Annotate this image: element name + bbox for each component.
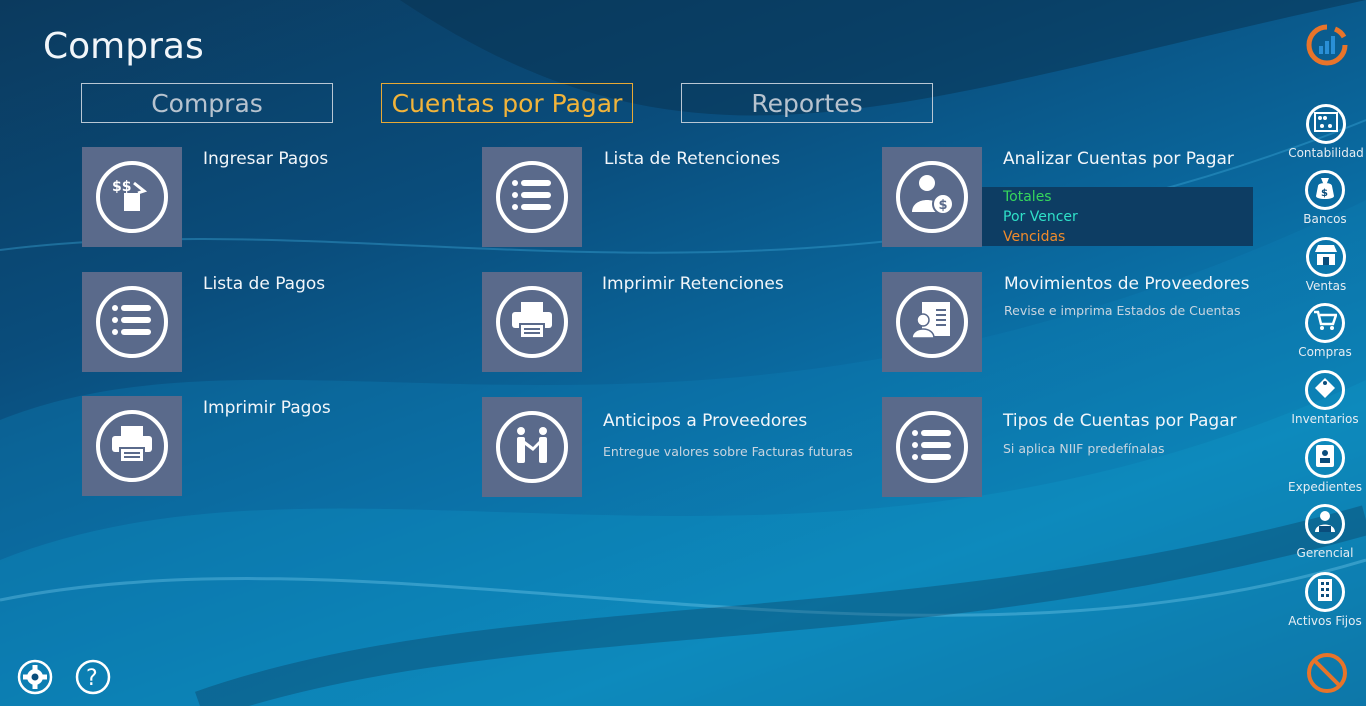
movimientos-de-proveedores-tile[interactable] <box>882 272 982 372</box>
analysis-options-panel: Totales Por Vencer Vencidas <box>982 187 1253 246</box>
anticipos-a-proveedores-tile[interactable] <box>482 397 582 497</box>
analizar-cuentas-tile[interactable]: $ <box>882 147 982 247</box>
sidebar-label-ventas: Ventas <box>1305 279 1347 293</box>
cancel-icon[interactable] <box>1306 652 1348 698</box>
movimientos-de-proveedores-link[interactable]: Movimientos de Proveedores <box>1004 274 1249 294</box>
sidebar-label-bancos: Bancos <box>1303 212 1347 226</box>
sidebar-item-compras[interactable]: Compras <box>1285 303 1365 359</box>
sidebar-item-contabilidad[interactable]: Contabilidad <box>1286 104 1366 160</box>
anticipos-subtitle: Entregue valores sobre Facturas futuras <box>603 444 853 459</box>
option-totales[interactable]: Totales <box>1003 189 1052 205</box>
tab-compras[interactable]: Compras <box>81 83 333 123</box>
printer-icon <box>510 300 554 344</box>
handshake-icon <box>510 423 554 471</box>
sidebar-label-inventarios: Inventarios <box>1291 412 1359 426</box>
manager-icon <box>1313 510 1337 538</box>
tipos-de-cuentas-tile[interactable] <box>882 397 982 497</box>
lista-de-retenciones-tile[interactable] <box>482 147 582 247</box>
id-card-icon <box>1315 444 1335 472</box>
settings-gear-icon[interactable] <box>16 658 54 700</box>
cart-icon <box>1313 310 1338 336</box>
svg-text:?: ? <box>86 666 98 691</box>
sidebar-item-ventas[interactable]: Ventas <box>1286 237 1366 293</box>
svg-text:$: $ <box>939 198 948 213</box>
ingresar-pagos-link[interactable]: Ingresar Pagos <box>203 149 328 169</box>
sidebar-item-activos-fijos[interactable]: Activos Fijos <box>1285 572 1365 628</box>
help-icon[interactable]: ? <box>74 658 112 700</box>
analizar-cuentas-link[interactable]: Analizar Cuentas por Pagar <box>1003 149 1234 169</box>
sidebar-label-expedientes: Expedientes <box>1288 480 1362 494</box>
list-icon <box>110 300 154 344</box>
tab-reportes[interactable]: Reportes <box>681 83 933 123</box>
imprimir-retenciones-tile[interactable] <box>482 272 582 372</box>
sidebar-item-inventarios[interactable]: Inventarios <box>1285 370 1365 426</box>
tab-cuentas-por-pagar[interactable]: Cuentas por Pagar <box>381 83 633 123</box>
building-icon <box>1316 578 1334 606</box>
ingresar-pagos-tile[interactable]: $$ <box>82 147 182 247</box>
imprimir-pagos-tile[interactable] <box>82 396 182 496</box>
option-por-vencer[interactable]: Por Vencer <box>1003 209 1078 225</box>
svg-text:$$: $$ <box>112 179 131 195</box>
money-bag-icon: $ <box>1314 176 1336 204</box>
lista-de-pagos-link[interactable]: Lista de Pagos <box>203 274 325 294</box>
option-vencidas[interactable]: Vencidas <box>1003 229 1065 245</box>
app-logo-icon <box>1306 24 1348 70</box>
tag-icon <box>1313 376 1337 404</box>
printer-icon <box>110 424 154 468</box>
list-icon <box>910 425 954 469</box>
sidebar-label-compras: Compras <box>1298 345 1352 359</box>
lista-de-pagos-tile[interactable] <box>82 272 182 372</box>
supplier-statement-icon <box>910 298 954 346</box>
anticipos-a-proveedores-link[interactable]: Anticipos a Proveedores <box>603 411 807 431</box>
sidebar-item-bancos[interactable]: $ Bancos <box>1285 170 1365 226</box>
imprimir-pagos-link[interactable]: Imprimir Pagos <box>203 398 331 418</box>
tipos-de-cuentas-link[interactable]: Tipos de Cuentas por Pagar <box>1003 411 1237 431</box>
payment-icon: $$ <box>110 173 154 221</box>
sidebar-label-gerencial: Gerencial <box>1296 546 1354 560</box>
list-icon <box>510 175 554 219</box>
svg-text:$: $ <box>1321 188 1328 199</box>
sidebar-item-expedientes[interactable]: Expedientes <box>1285 438 1365 494</box>
movimientos-subtitle: Revise e imprima Estados de Cuentas <box>1004 303 1241 318</box>
lista-de-retenciones-link[interactable]: Lista de Retenciones <box>604 149 780 169</box>
tipos-subtitle: Si aplica NIIF predefínalas <box>1003 441 1165 456</box>
abacus-icon <box>1314 112 1338 136</box>
page-title: Compras <box>43 26 204 67</box>
sidebar-item-gerencial[interactable]: Gerencial <box>1285 504 1365 560</box>
sidebar-label-activos-fijos: Activos Fijos <box>1288 614 1362 628</box>
store-icon <box>1314 244 1338 270</box>
person-money-icon: $ <box>909 172 955 222</box>
sidebar-label-contabilidad: Contabilidad <box>1288 146 1364 160</box>
imprimir-retenciones-link[interactable]: Imprimir Retenciones <box>602 274 784 294</box>
